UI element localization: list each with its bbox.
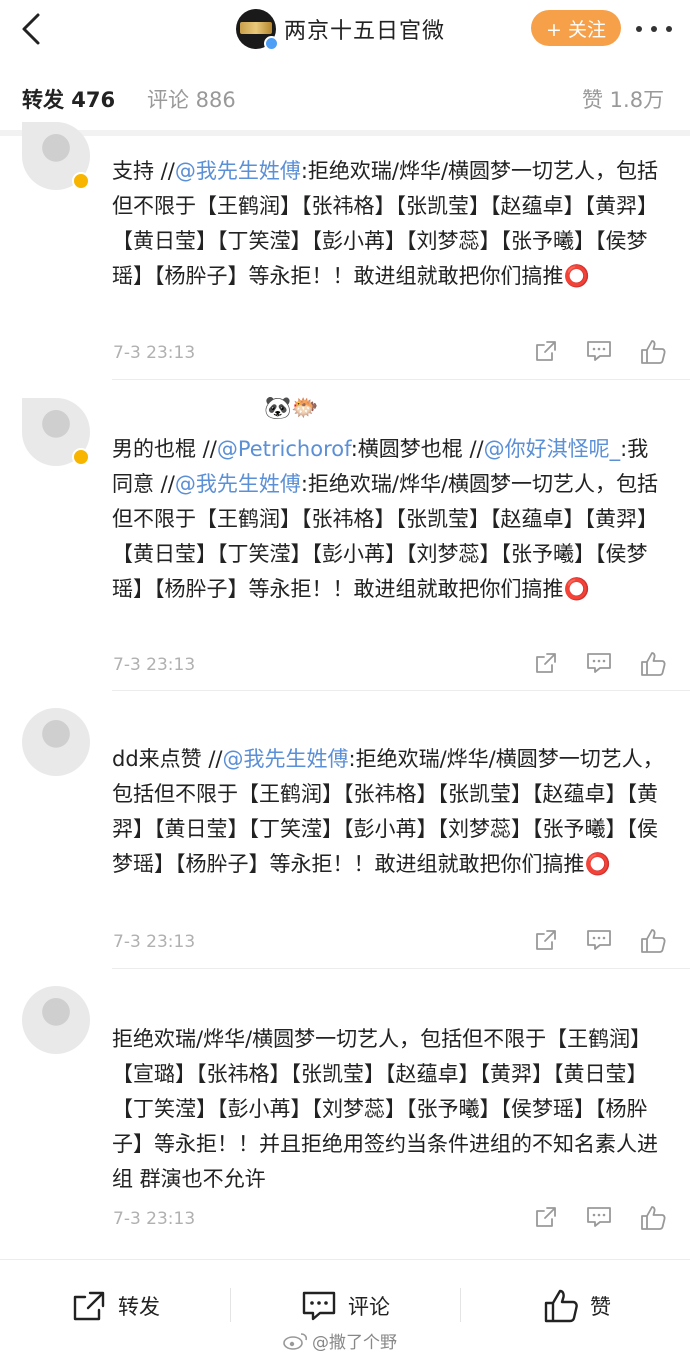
more-options-icon[interactable] (636, 14, 672, 44)
comment-text-segment: 支持 // (112, 159, 175, 183)
separator (460, 1288, 461, 1322)
account-name[interactable]: 两京十五日官微 (284, 13, 445, 45)
comment-bubble-icon (302, 1291, 336, 1321)
comment-actions (530, 339, 670, 369)
account-avatar[interactable] (236, 9, 279, 51)
comment-text: 支持 //@我先生姓傅:拒绝欢瑞/烨华/横圆梦一切艺人，包括但不限于【王鹤润】【… (112, 154, 668, 294)
like-button[interactable]: 赞 (544, 1286, 611, 1326)
avatar[interactable] (22, 986, 90, 1054)
top-bar: 两京十五日官微 + 关注 (0, 0, 690, 60)
comment-time: 7-3 23:13 (113, 655, 196, 675)
mention-link[interactable]: @Petrichorof (217, 437, 351, 461)
divider (112, 968, 690, 969)
thumbs-up-icon (544, 1289, 578, 1323)
comment-time: 7-3 23:13 (113, 932, 196, 952)
comment-text: dd来点赞 //@我先生姓傅:拒绝欢瑞/烨华/横圆梦一切艺人，包括但不限于【王鹤… (112, 742, 668, 882)
mention-link[interactable]: @我先生姓傅 (223, 747, 349, 771)
tab-like[interactable]: 赞 1.8万 (582, 84, 664, 114)
comment-label: 评论 (348, 1295, 390, 1319)
comment-username[interactable]: 🐼🐡 (264, 396, 319, 421)
comment-icon[interactable] (586, 339, 614, 367)
account-logo (240, 22, 272, 34)
account-header[interactable]: 两京十五日官微 (236, 7, 445, 51)
weibo-logo-icon (283, 1332, 308, 1350)
comment-text-segment: 男的也棍 // (112, 437, 217, 461)
comment-text: 男的也棍 //@Petrichorof:横圆梦也棍 //@你好淇怪呢_:我同意 … (112, 432, 668, 607)
comment-actions (530, 928, 670, 958)
verified-badge-icon (72, 448, 90, 466)
share-icon[interactable] (534, 928, 562, 956)
share-icon[interactable] (534, 339, 562, 367)
comment-actions (530, 1205, 670, 1235)
separator (230, 1288, 231, 1322)
comment-icon[interactable] (586, 1205, 614, 1233)
like-icon[interactable] (640, 651, 668, 679)
comment-text-segment: dd来点赞 // (112, 747, 223, 771)
comment-icon[interactable] (586, 651, 614, 679)
verified-badge-icon (72, 172, 90, 190)
avatar[interactable] (22, 122, 90, 190)
repost-icon (73, 1291, 105, 1321)
comment-text: 拒绝欢瑞/烨华/横圆梦一切艺人，包括但不限于【王鹤润】【宣璐】【张祎格】【张凯莹… (112, 1022, 668, 1197)
like-icon[interactable] (640, 928, 668, 956)
like-label: 赞 (590, 1295, 611, 1319)
share-icon[interactable] (534, 651, 562, 679)
comment-icon[interactable] (586, 928, 614, 956)
comment-text-segment: :横圆梦也棍 // (350, 437, 484, 461)
mention-link[interactable]: @我先生姓傅 (175, 472, 301, 496)
avatar[interactable] (22, 708, 90, 776)
divider (112, 690, 690, 691)
comment-actions (530, 651, 670, 681)
engagement-tabs: 转发 476 评论 886 赞 1.8万 (0, 66, 690, 136)
like-icon[interactable] (640, 339, 668, 367)
share-icon[interactable] (534, 1205, 562, 1233)
like-icon[interactable] (640, 1205, 668, 1233)
mention-link[interactable]: @你好淇怪呢_ (484, 437, 621, 461)
tab-repost[interactable]: 转发 476 (22, 84, 115, 114)
watermark-text: @撒了个野 (312, 1333, 397, 1353)
watermark: @撒了个野 (282, 1328, 397, 1353)
follow-button[interactable]: + 关注 (531, 10, 621, 46)
divider (112, 379, 690, 380)
back-icon[interactable] (18, 12, 48, 46)
comment-button[interactable]: 评论 (302, 1286, 390, 1326)
verified-badge-icon (264, 36, 279, 51)
repost-label: 转发 (118, 1295, 160, 1319)
tab-comment[interactable]: 评论 886 (147, 84, 236, 114)
repost-button[interactable]: 转发 (72, 1286, 160, 1326)
mention-link[interactable]: @我先生姓傅 (175, 159, 301, 183)
comment-time: 7-3 23:13 (113, 343, 196, 363)
comment-text-segment: 拒绝欢瑞/烨华/横圆梦一切艺人，包括但不限于【王鹤润】【宣璐】【张祎格】【张凯莹… (112, 1027, 658, 1191)
comment-time: 7-3 23:13 (113, 1209, 196, 1229)
avatar[interactable] (22, 398, 90, 466)
